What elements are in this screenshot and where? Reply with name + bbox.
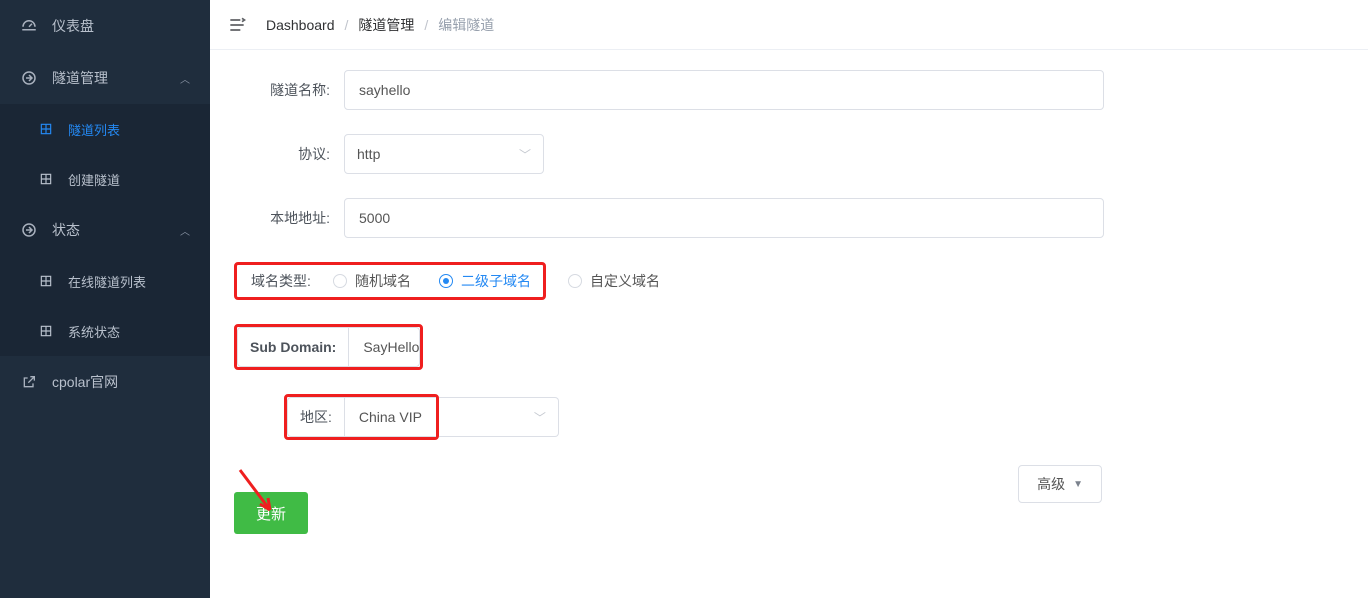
subdomain-input[interactable]: SayHello <box>349 328 419 366</box>
region-label: 地区: <box>288 398 345 436</box>
chevron-down-icon: ﹀ <box>534 409 546 426</box>
sidebar-item-label: 仪表盘 <box>52 16 94 36</box>
tunnel-name-value: sayhello <box>359 82 410 98</box>
radio-circle-icon <box>333 274 347 288</box>
subdomain-label: Sub Domain: <box>238 328 349 366</box>
breadcrumb-separator: / <box>424 17 428 33</box>
radio-custom-domain[interactable]: 自定义域名 <box>568 271 660 291</box>
radio-random-domain[interactable]: 随机域名 <box>333 271 411 291</box>
advanced-button[interactable]: 高级 ▼ <box>1018 465 1102 503</box>
breadcrumb: Dashboard / 隧道管理 / 编辑隧道 <box>266 15 494 35</box>
sidebar-item-label: 系统状态 <box>68 322 120 341</box>
sidebar-item-dashboard[interactable]: 仪表盘 <box>0 0 210 52</box>
grid-icon <box>38 171 54 187</box>
domain-type-label: 域名类型: <box>243 271 333 291</box>
sidebar-item-label: 在线隧道列表 <box>68 272 146 291</box>
sidebar-item-tunnel-list[interactable]: 隧道列表 <box>0 104 210 154</box>
grid-icon <box>38 323 54 339</box>
header: Dashboard / 隧道管理 / 编辑隧道 <box>210 0 1368 50</box>
grid-icon <box>38 273 54 289</box>
sidebar: 仪表盘 隧道管理 ︿ 隧道列表 创建隧道 状态 <box>0 0 210 598</box>
sidebar-group-label: 隧道管理 <box>52 68 108 88</box>
sidebar-item-label: 隧道列表 <box>68 120 120 139</box>
breadcrumb-item-edit-tunnel: 编辑隧道 <box>438 15 494 35</box>
form-content: 隧道名称: sayhello 协议: http ﹀ 本地地址: 5000 <box>210 50 1368 554</box>
local-addr-label: 本地地址: <box>234 208 344 228</box>
radio-circle-icon <box>439 274 453 288</box>
protocol-value: http <box>357 146 380 162</box>
radio-label: 随机域名 <box>355 271 411 291</box>
sidebar-group-label: 状态 <box>52 220 80 240</box>
chevron-up-icon: ︿ <box>180 71 190 86</box>
sidebar-item-tunnel-create[interactable]: 创建隧道 <box>0 154 210 204</box>
breadcrumb-item-tunnel-manage[interactable]: 隧道管理 <box>358 15 414 35</box>
chevron-up-icon: ︿ <box>180 223 190 238</box>
breadcrumb-item-dashboard[interactable]: Dashboard <box>266 17 335 33</box>
circle-arrow-icon <box>20 221 38 239</box>
tunnel-name-label: 隧道名称: <box>234 80 344 100</box>
advanced-label: 高级 <box>1037 474 1065 494</box>
local-addr-input[interactable]: 5000 <box>344 198 1104 238</box>
highlight-box-subdomain: Sub Domain: SayHello <box>234 324 423 370</box>
chevron-down-icon: ﹀ <box>519 146 531 163</box>
highlight-box-region: 地区: China VIP <box>284 394 439 440</box>
radio-subdomain[interactable]: 二级子域名 <box>439 271 531 291</box>
tunnel-name-input[interactable]: sayhello <box>344 70 1104 110</box>
breadcrumb-separator: / <box>345 17 349 33</box>
menu-toggle-icon[interactable] <box>226 14 248 36</box>
update-button[interactable]: 更新 <box>234 492 308 534</box>
dashboard-icon <box>20 17 38 35</box>
subdomain-value: SayHello <box>363 339 419 355</box>
local-addr-value: 5000 <box>359 210 390 226</box>
radio-circle-icon <box>568 274 582 288</box>
protocol-select[interactable]: http ﹀ <box>344 134 544 174</box>
caret-down-icon: ▼ <box>1073 479 1083 490</box>
region-value: China VIP <box>359 409 422 425</box>
protocol-label: 协议: <box>234 144 344 164</box>
sidebar-item-system-status[interactable]: 系统状态 <box>0 306 210 356</box>
sidebar-group-tunnel[interactable]: 隧道管理 ︿ <box>0 52 210 104</box>
region-select[interactable]: ﹀ <box>439 397 559 437</box>
radio-label: 二级子域名 <box>461 271 531 291</box>
circle-arrow-icon <box>20 69 38 87</box>
grid-icon <box>38 121 54 137</box>
sidebar-item-label: 创建隧道 <box>68 170 120 189</box>
external-link-icon <box>20 373 38 391</box>
sidebar-item-online-tunnels[interactable]: 在线隧道列表 <box>0 256 210 306</box>
highlight-box-domain-type: 域名类型: 随机域名 二级子域名 <box>234 262 546 300</box>
radio-label: 自定义域名 <box>590 271 660 291</box>
sidebar-item-cpolar-site[interactable]: cpolar官网 <box>0 356 210 408</box>
sidebar-group-status[interactable]: 状态 ︿ <box>0 204 210 256</box>
region-display: China VIP <box>345 398 436 436</box>
sidebar-item-label: cpolar官网 <box>52 372 118 392</box>
